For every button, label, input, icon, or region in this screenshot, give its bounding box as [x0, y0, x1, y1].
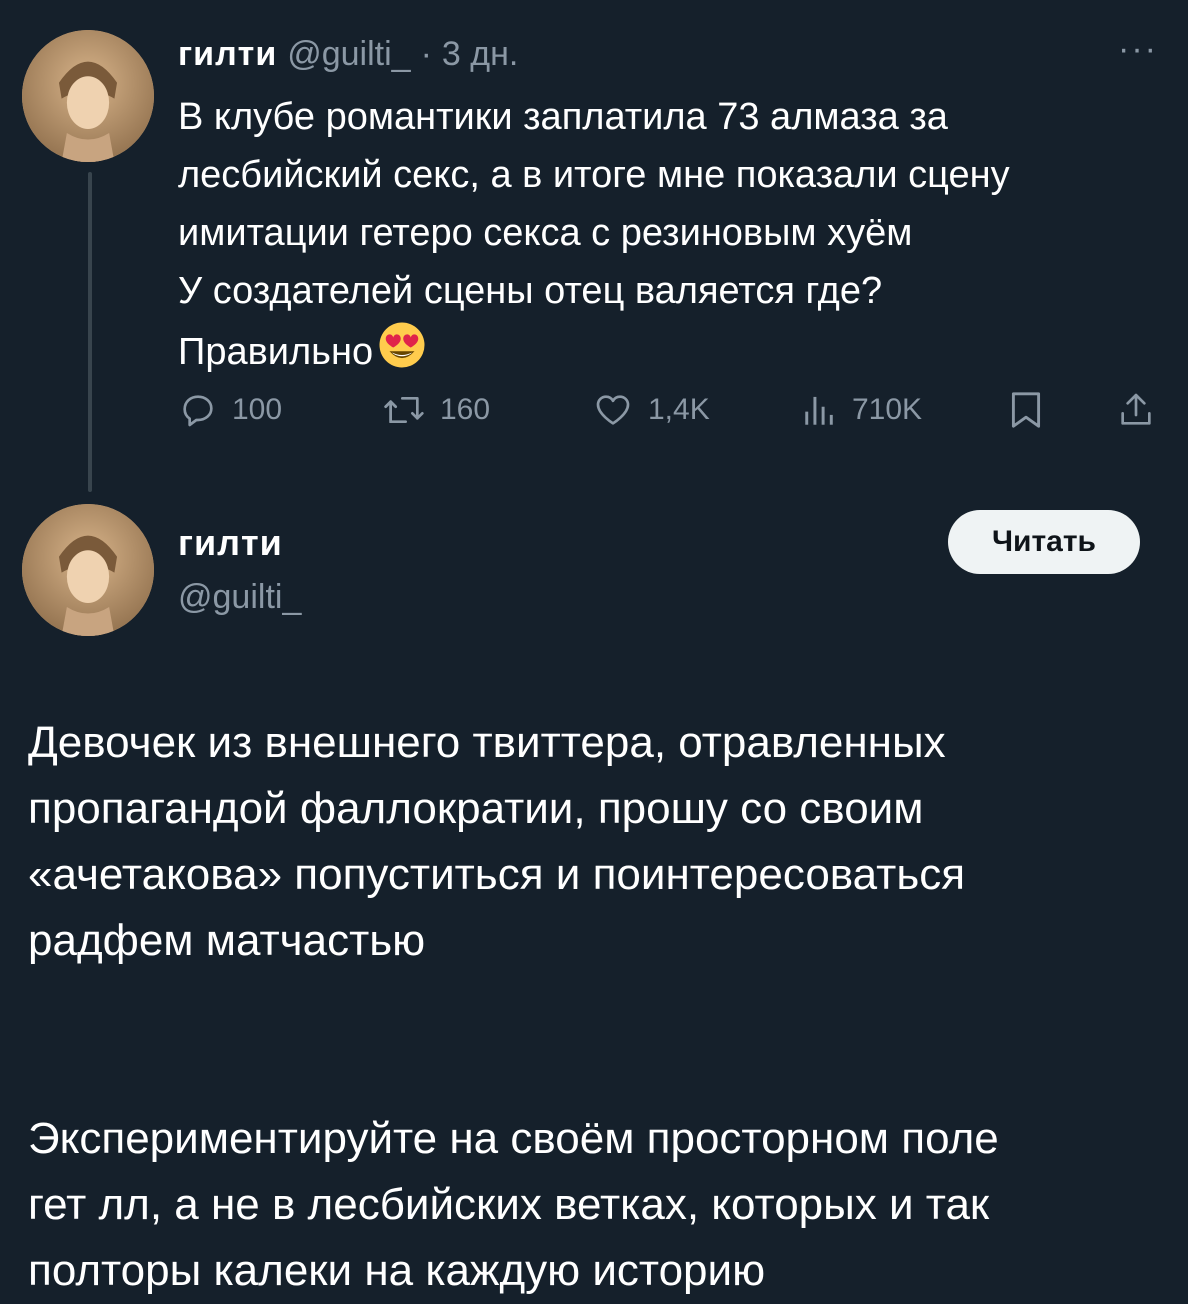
author-name[interactable]: гилти — [178, 522, 283, 564]
heart-icon — [596, 395, 630, 425]
tweet-text-line: В клубе романтики заплатила 73 алмаза за — [178, 96, 948, 138]
bookmark-button[interactable] — [1008, 384, 1044, 436]
separator-dot: · — [420, 34, 432, 73]
like-count: 1,4K — [648, 393, 710, 426]
tweet-header: гилти @guilti_ · 3 дн. — [178, 30, 518, 78]
views-button[interactable]: 710K — [802, 384, 922, 436]
author-handle[interactable]: @guilti_ — [178, 578, 301, 617]
views-icon — [805, 396, 833, 425]
bookmark-icon — [1011, 392, 1041, 428]
tweet-text-line: Правильно — [178, 331, 374, 373]
author-name[interactable]: гилти — [178, 35, 277, 74]
like-button[interactable]: 1,4K — [592, 384, 710, 436]
views-count: 710K — [852, 393, 923, 426]
reply-button[interactable]: 100 — [178, 384, 282, 436]
tweet-text-line: лесбийский секс, а в итоге мне показали … — [178, 154, 1010, 196]
thread-line — [88, 172, 92, 492]
tweet-text-line-last: Правильно — [178, 320, 1168, 381]
share-icon — [1121, 393, 1151, 425]
tweet-time[interactable]: 3 дн. — [442, 35, 518, 74]
tweet-text-line: радфем матчастью — [28, 916, 426, 965]
tweet-text-line: Девочек из внешнего твиттера, отравленны… — [28, 718, 946, 767]
retweet-icon — [384, 397, 424, 423]
reply-count: 100 — [232, 393, 283, 426]
tweet-text: Девочек из внешнего твиттера, отравленны… — [28, 710, 1168, 1304]
reply-icon — [183, 395, 213, 427]
more-options-icon[interactable]: ··· — [1118, 32, 1158, 66]
avatar-portrait-icon — [22, 30, 154, 162]
tweet-text: В клубе романтики заплатила 73 алмаза за… — [178, 88, 1168, 381]
share-button[interactable] — [1116, 384, 1156, 436]
retweet-count: 160 — [440, 393, 491, 426]
avatar[interactable] — [22, 504, 154, 636]
tweet-text-line: имитации гетеро секса с резиновым хуём — [178, 212, 913, 254]
tweet-text-line: «ачетакова» попуститься и поинтересовать… — [28, 850, 966, 899]
tweet-text-line: полторы калеки на каждую историю — [28, 1246, 766, 1295]
avatar[interactable] — [22, 30, 154, 162]
avatar-portrait-icon — [22, 504, 154, 636]
tweet-text-line: пропагандой фаллократии, прошу со своим — [28, 784, 924, 833]
heart-eyes-emoji-icon — [379, 322, 425, 368]
tweet-text-line: У создателей сцены отец валяется где? — [178, 270, 883, 312]
tweet-text-line: Экспериментируйте на своём просторном по… — [28, 1114, 999, 1163]
author-handle[interactable]: @guilti_ — [287, 35, 410, 74]
tweet-text-line: гет лл, а не в лесбийских ветках, которы… — [28, 1180, 990, 1229]
tweet-actions: 100 160 1,4K 710K — [178, 384, 1158, 436]
follow-button[interactable]: Читать — [948, 510, 1140, 574]
retweet-button[interactable]: 160 — [382, 384, 490, 436]
